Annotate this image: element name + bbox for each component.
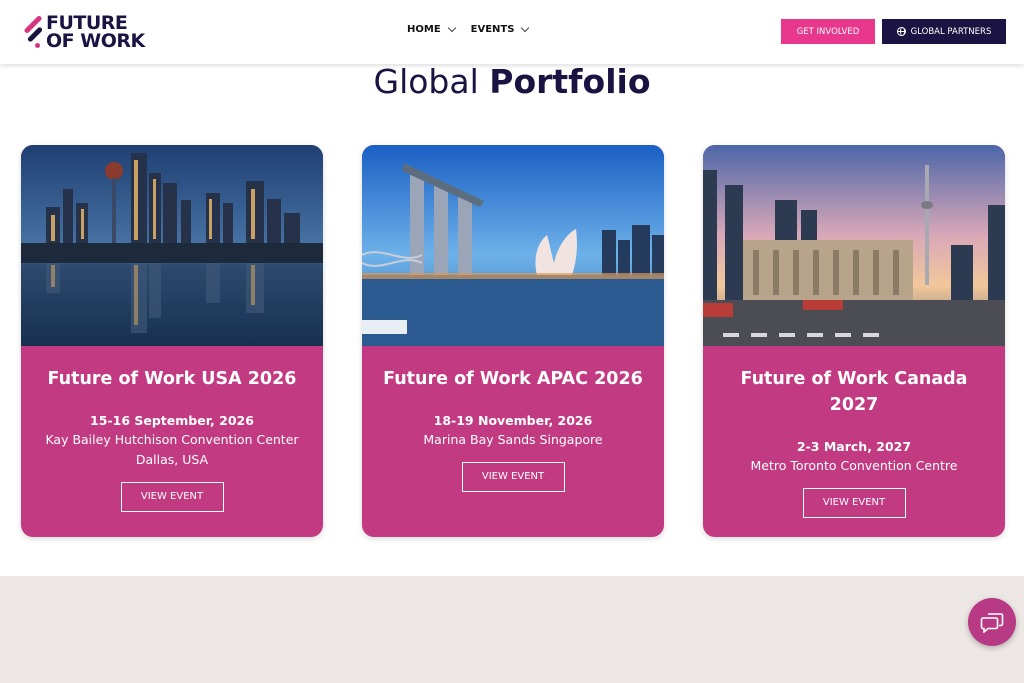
event-card-usa: Future of Work USA 2026 15-16 September,…: [21, 145, 323, 537]
card-body: Future of Work Canada 2027 2-3 March, 20…: [703, 346, 1005, 537]
chat-icon: [980, 613, 1004, 633]
card-title: Future of Work Canada 2027: [740, 369, 968, 415]
logo-mark-icon: [20, 12, 46, 52]
get-involved-label: GET INVOLVED: [796, 26, 860, 37]
view-event-button[interactable]: VIEW EVENT: [802, 488, 906, 518]
card-city: Dallas, USA: [135, 452, 209, 467]
card-date: 15-16 September, 2026: [90, 413, 254, 428]
title-bold: Portfolio: [489, 62, 651, 101]
event-card-apac: Future of Work APAC 2026 18-19 November,…: [362, 145, 664, 537]
view-event-button[interactable]: VIEW EVENT: [461, 462, 565, 492]
nav-item-label: EVENTS: [470, 24, 515, 35]
event-card-canada: Future of Work Canada 2027 2-3 March, 20…: [703, 145, 1005, 537]
global-partners-label: GLOBAL PARTNERS: [910, 26, 992, 37]
card-venue: Kay Bailey Hutchison Convention Center: [45, 432, 299, 447]
chevron-down-icon: [447, 23, 456, 32]
footer-band: [0, 576, 1024, 683]
toronto-street-image: [703, 145, 1005, 346]
logo-line2: OF WORK: [46, 30, 145, 52]
chevron-down-icon: [521, 23, 530, 32]
card-body: Future of Work USA 2026 15-16 September,…: [21, 346, 323, 537]
dallas-skyline-image: [21, 145, 323, 346]
logo-text: FUTURE OF WORK: [46, 14, 145, 52]
view-event-button[interactable]: VIEW EVENT: [120, 482, 224, 512]
title-light: Global: [373, 62, 490, 101]
card-date: 2-3 March, 2027: [796, 439, 912, 454]
globe-icon: [896, 27, 906, 36]
card-body: Future of Work APAC 2026 18-19 November,…: [362, 346, 664, 537]
logo[interactable]: FUTURE OF WORK: [20, 11, 160, 53]
nav-item-events[interactable]: EVENTS: [470, 23, 530, 35]
card-title: Future of Work APAC 2026: [383, 369, 643, 389]
nav-item-home[interactable]: HOME: [407, 23, 456, 35]
chat-button[interactable]: [968, 598, 1016, 646]
card-venue: Marina Bay Sands Singapore: [423, 432, 603, 447]
site-header: FUTURE OF WORK HOME EVENTS GET INVOLVED …: [0, 0, 1024, 64]
global-partners-button[interactable]: GLOBAL PARTNERS: [882, 19, 1006, 44]
card-venue: Metro Toronto Convention Centre: [750, 458, 958, 473]
card-title: Future of Work USA 2026: [47, 369, 297, 389]
get-involved-button[interactable]: GET INVOLVED: [781, 19, 875, 44]
main-nav: HOME EVENTS: [407, 23, 530, 35]
nav-item-label: HOME: [407, 24, 441, 35]
card-date: 18-19 November, 2026: [433, 413, 593, 428]
page-title: Global Portfolio: [0, 62, 1024, 101]
singapore-marina-bay-image: [362, 145, 664, 346]
